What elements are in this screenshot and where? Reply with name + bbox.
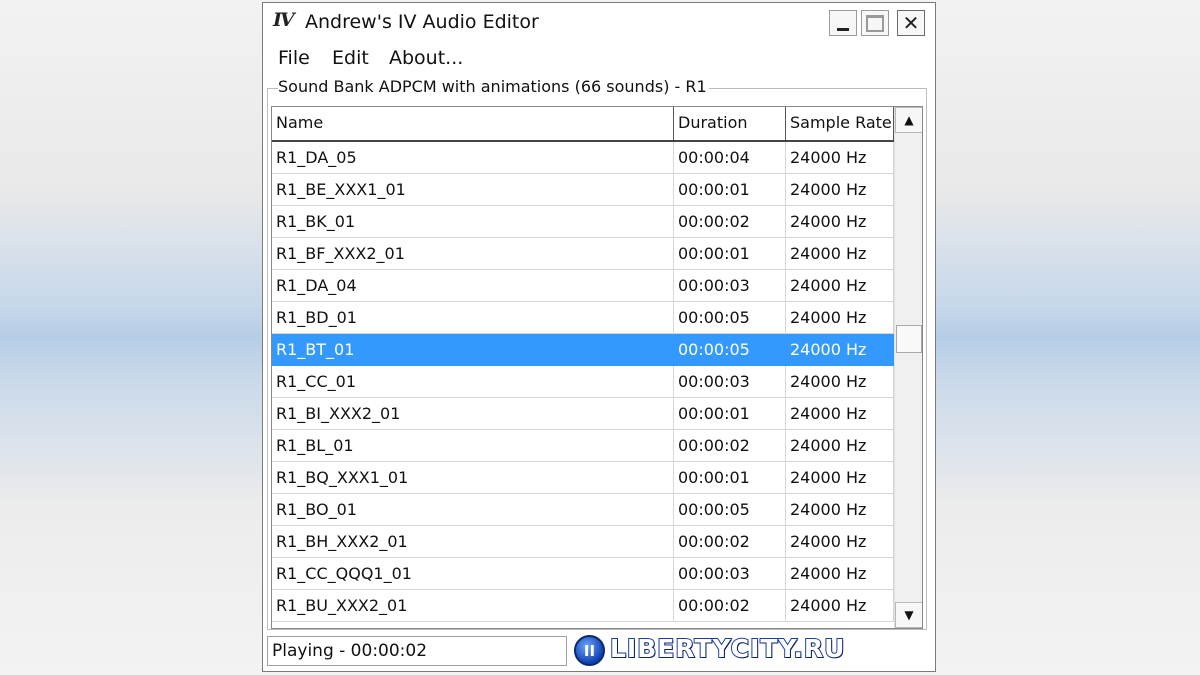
cell-name: R1_BL_01: [272, 430, 674, 461]
scroll-up-button[interactable]: ▲: [895, 107, 922, 133]
table-row[interactable]: R1_CC_QQQ1_01 00:00:03 24000 Hz: [272, 558, 894, 590]
cell-duration: 00:00:03: [674, 270, 786, 301]
cell-duration: 00:00:01: [674, 238, 786, 269]
table-row[interactable]: R1_DA_04 00:00:03 24000 Hz: [272, 270, 894, 302]
cell-duration: 00:00:05: [674, 494, 786, 525]
cell-duration: 00:00:02: [674, 590, 786, 621]
status-text: Playing - 00:00:02: [272, 641, 428, 661]
cell-sample-rate: 24000 Hz: [786, 398, 894, 429]
cell-duration: 00:00:02: [674, 526, 786, 557]
table-row[interactable]: R1_BD_01 00:00:05 24000 Hz: [272, 302, 894, 334]
pause-badge-icon: II: [574, 635, 605, 666]
arrow-down-icon: ▼: [904, 608, 914, 622]
cell-name: R1_BQ_XXX1_01: [272, 462, 674, 493]
cell-sample-rate: 24000 Hz: [786, 494, 894, 525]
table-row[interactable]: R1_BE_XXX1_01 00:00:01 24000 Hz: [272, 174, 894, 206]
cell-name: R1_DA_05: [272, 142, 674, 173]
table-row[interactable]: R1_BU_XXX2_01 00:00:02 24000 Hz: [272, 590, 894, 622]
table-row[interactable]: R1_BQ_XXX1_01 00:00:01 24000 Hz: [272, 462, 894, 494]
cell-name: R1_BK_01: [272, 206, 674, 237]
table-row[interactable]: R1_BF_XXX2_01 00:00:01 24000 Hz: [272, 238, 894, 270]
column-header-duration[interactable]: Duration: [674, 107, 786, 140]
vertical-scrollbar[interactable]: ▲ ▼: [894, 107, 922, 628]
cell-name: R1_CC_QQQ1_01: [272, 558, 674, 589]
cell-duration: 00:00:05: [674, 334, 786, 365]
scroll-down-button[interactable]: ▼: [895, 602, 922, 628]
cell-duration: 00:00:01: [674, 462, 786, 493]
cell-duration: 00:00:01: [674, 398, 786, 429]
list-rows: R1_DA_05 00:00:04 24000 Hz R1_BE_XXX1_01 00:…: [272, 142, 894, 622]
table-row[interactable]: R1_DA_05 00:00:04 24000 Hz: [272, 142, 894, 174]
list-container: Name Duration Sample Rate R1_DA_05 00:00:…: [262, 2, 936, 672]
cell-name: R1_BD_01: [272, 302, 674, 333]
table-row[interactable]: R1_BO_01 00:00:05 24000 Hz: [272, 494, 894, 526]
cell-name: R1_BH_XXX2_01: [272, 526, 674, 557]
cell-name: R1_BO_01: [272, 494, 674, 525]
cell-sample-rate: 24000 Hz: [786, 142, 894, 173]
table-row[interactable]: R1_BK_01 00:00:02 24000 Hz: [272, 206, 894, 238]
cell-sample-rate: 24000 Hz: [786, 366, 894, 397]
cell-duration: 00:00:04: [674, 142, 786, 173]
cell-sample-rate: 24000 Hz: [786, 590, 894, 621]
cell-duration: 00:00:02: [674, 206, 786, 237]
scroll-thumb[interactable]: [896, 325, 922, 353]
cell-sample-rate: 24000 Hz: [786, 174, 894, 205]
cell-duration: 00:00:01: [674, 174, 786, 205]
cell-duration: 00:00:03: [674, 558, 786, 589]
cell-duration: 00:00:02: [674, 430, 786, 461]
cell-name: R1_BI_XXX2_01: [272, 398, 674, 429]
table-row[interactable]: R1_BT_01 00:00:05 24000 Hz: [272, 334, 894, 366]
cell-sample-rate: 24000 Hz: [786, 238, 894, 269]
cell-name: R1_BT_01: [272, 334, 674, 365]
cell-name: R1_BE_XXX1_01: [272, 174, 674, 205]
cell-name: R1_DA_04: [272, 270, 674, 301]
status-bar: Playing - 00:00:02: [267, 636, 567, 666]
cell-name: R1_CC_01: [272, 366, 674, 397]
cell-duration: 00:00:03: [674, 366, 786, 397]
arrow-up-icon: ▲: [904, 113, 914, 127]
table-row[interactable]: R1_BI_XXX2_01 00:00:01 24000 Hz: [272, 398, 894, 430]
cell-sample-rate: 24000 Hz: [786, 430, 894, 461]
cell-sample-rate: 24000 Hz: [786, 526, 894, 557]
cell-sample-rate: 24000 Hz: [786, 462, 894, 493]
watermark-text: LIBERTYCITY.RU: [609, 633, 846, 664]
cell-sample-rate: 24000 Hz: [786, 302, 894, 333]
cell-sample-rate: 24000 Hz: [786, 334, 894, 365]
cell-sample-rate: 24000 Hz: [786, 206, 894, 237]
cell-sample-rate: 24000 Hz: [786, 558, 894, 589]
sound-list[interactable]: Name Duration Sample Rate R1_DA_05 00:00:…: [271, 106, 923, 629]
list-header: Name Duration Sample Rate: [272, 107, 894, 142]
cell-sample-rate: 24000 Hz: [786, 270, 894, 301]
table-row[interactable]: R1_BL_01 00:00:02 24000 Hz: [272, 430, 894, 462]
table-row[interactable]: R1_BH_XXX2_01 00:00:02 24000 Hz: [272, 526, 894, 558]
table-row[interactable]: R1_CC_01 00:00:03 24000 Hz: [272, 366, 894, 398]
column-header-name[interactable]: Name: [272, 107, 674, 140]
cell-name: R1_BF_XXX2_01: [272, 238, 674, 269]
column-header-sample-rate[interactable]: Sample Rate: [786, 107, 894, 140]
cell-name: R1_BU_XXX2_01: [272, 590, 674, 621]
watermark-logo: II LIBERTYCITY.RU: [574, 633, 926, 668]
cell-duration: 00:00:05: [674, 302, 786, 333]
